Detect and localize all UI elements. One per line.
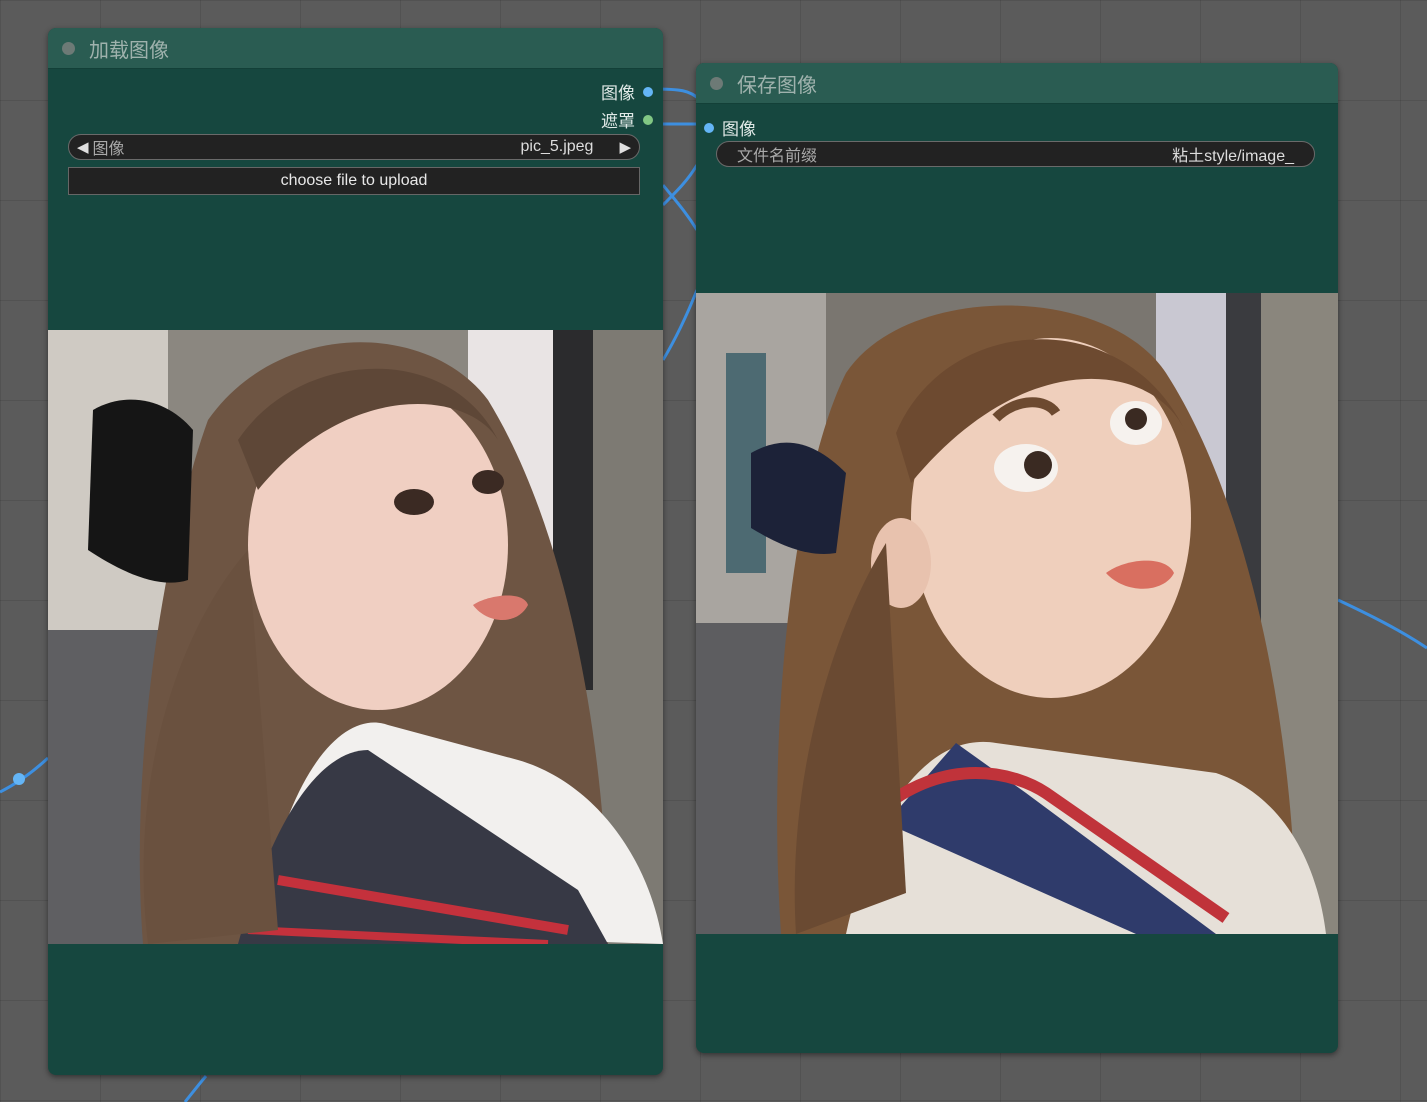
next-arrow-icon[interactable]: ▶ xyxy=(619,138,631,156)
reroute-dot-icon[interactable] xyxy=(13,773,25,785)
mask-output-socket-icon[interactable] xyxy=(643,114,653,125)
widget-value: 粘土style/image_ xyxy=(1172,148,1294,165)
source-image-preview xyxy=(48,330,663,944)
image-output-socket-icon[interactable] xyxy=(643,86,653,97)
link-cross-a[interactable] xyxy=(661,164,699,207)
output-slot-image[interactable]: 图像 xyxy=(601,79,653,104)
load-image-node[interactable]: 加载图像 图像 遮罩 ◀ 图像 pic_5.jpeg ▶ choose file… xyxy=(48,28,663,1075)
link-bottom[interactable] xyxy=(183,1075,208,1102)
output-label: 遮罩 xyxy=(601,112,635,131)
upload-button[interactable]: choose file to upload xyxy=(68,167,640,195)
node-title: 保存图像 xyxy=(737,74,817,97)
image-input-socket-icon[interactable] xyxy=(704,122,714,133)
save-image-node[interactable]: 保存图像 图像 文件名前缀 粘土style/image_ xyxy=(696,63,1338,1053)
portrait-photo xyxy=(48,330,663,944)
filename-prefix-widget[interactable]: 文件名前缀 粘土style/image_ xyxy=(716,141,1315,167)
link-down[interactable] xyxy=(661,289,699,361)
prev-arrow-icon[interactable]: ◀ xyxy=(77,138,89,156)
image-combo-widget[interactable]: ◀ 图像 pic_5.jpeg ▶ xyxy=(68,134,640,160)
widget-label: 图像 xyxy=(92,141,125,158)
node-header[interactable]: 保存图像 xyxy=(696,63,1338,104)
link-left[interactable] xyxy=(0,756,50,794)
clay-style-image xyxy=(696,293,1338,934)
output-image-preview xyxy=(696,293,1338,934)
collapse-dot-icon[interactable] xyxy=(62,41,75,55)
input-slot-image[interactable]: 图像 xyxy=(704,115,756,140)
collapse-dot-icon[interactable] xyxy=(710,76,723,90)
node-header[interactable]: 加载图像 xyxy=(48,28,663,69)
link-right[interactable] xyxy=(1337,598,1427,650)
output-label: 图像 xyxy=(601,84,635,103)
node-title: 加载图像 xyxy=(89,39,169,62)
output-slot-mask[interactable]: 遮罩 xyxy=(601,107,653,132)
link-cross-b[interactable] xyxy=(661,184,699,231)
input-label: 图像 xyxy=(722,120,756,139)
widget-label: 文件名前缀 xyxy=(737,148,818,165)
widget-value: pic_5.jpeg xyxy=(520,138,594,155)
